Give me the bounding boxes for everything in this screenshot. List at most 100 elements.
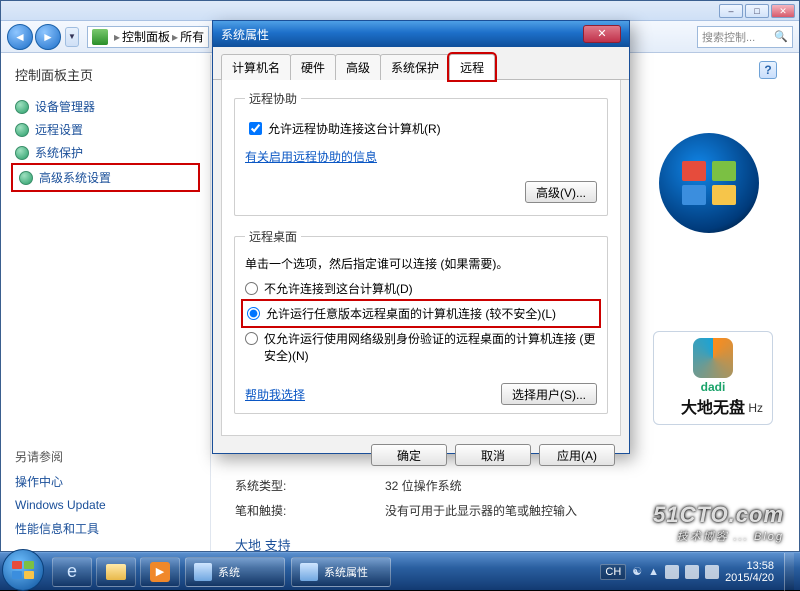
- see-also-windows-update[interactable]: Windows Update: [15, 498, 196, 512]
- dialog-footer: 确定 取消 应用(A): [213, 444, 629, 476]
- sidebar-item-label: 高级系统设置: [39, 169, 111, 186]
- dadi-en: dadi: [701, 380, 726, 394]
- app-icon: [194, 563, 212, 581]
- sidebar-home[interactable]: 控制面板主页: [15, 65, 196, 84]
- tab-hardware[interactable]: 硬件: [290, 54, 336, 80]
- taskbar-explorer-icon[interactable]: [96, 557, 136, 587]
- sidebar-item-device-manager[interactable]: 设备管理器: [15, 98, 196, 115]
- bullet-icon: [15, 123, 29, 137]
- taskbar-app-label: 系统: [218, 564, 240, 580]
- taskbar-clock[interactable]: 13:58 2015/4/20: [725, 560, 774, 584]
- tab-computer-name[interactable]: 计算机名: [221, 54, 291, 80]
- window-close-button[interactable]: ✕: [771, 4, 795, 18]
- bullet-icon: [19, 171, 33, 185]
- sidebar: 控制面板主页 设备管理器 远程设置 系统保护 高级系统设置 另请参阅 操作中心 …: [1, 55, 211, 551]
- select-users-button[interactable]: 选择用户(S)...: [501, 383, 597, 405]
- see-also-header: 另请参阅: [15, 448, 196, 465]
- clock-date: 2015/4/20: [725, 572, 774, 584]
- breadcrumb[interactable]: ▸ 控制面板 ▸ 所有: [87, 26, 209, 48]
- remote-desktop-group: 远程桌面 单击一个选项，然后指定谁可以连接 (如果需要)。 不允许连接到这台计算…: [234, 228, 608, 414]
- radio-allow-nla-only[interactable]: 仅允许运行使用网络级别身份验证的远程桌面的计算机连接 (更安全)(N): [245, 330, 597, 364]
- sidebar-item-label: 远程设置: [35, 121, 83, 138]
- remote-assistance-info-link[interactable]: 有关启用远程协助的信息: [245, 148, 377, 165]
- ok-button[interactable]: 确定: [371, 444, 447, 466]
- see-also-action-center[interactable]: 操作中心: [15, 473, 196, 490]
- dialog-close-button[interactable]: ✕: [583, 25, 621, 43]
- cancel-button[interactable]: 取消: [455, 444, 531, 466]
- system-tray: CH ☯ ▲ 13:58 2015/4/20: [600, 553, 800, 591]
- taskbar: e ▶ 系统 系统属性 CH ☯ ▲ 13:58 2015/4/20: [0, 552, 800, 590]
- system-properties-dialog: 系统属性 ✕ 计算机名 硬件 高级 系统保护 远程 远程协助 允许远程协助连接这…: [212, 20, 630, 454]
- info-label: 系统类型:: [235, 477, 385, 494]
- remote-assistance-advanced-button[interactable]: 高级(V)...: [525, 181, 597, 203]
- remote-desktop-hint: 单击一个选项，然后指定谁可以连接 (如果需要)。: [245, 255, 597, 272]
- info-label: 笔和触摸:: [235, 502, 385, 519]
- dialog-tabs: 计算机名 硬件 高级 系统保护 远程: [213, 47, 629, 80]
- info-row: 系统类型: 32 位操作系统: [235, 477, 775, 494]
- search-icon: 🔍: [774, 30, 788, 43]
- dialog-body: 远程协助 允许远程协助连接这台计算机(R) 有关启用远程协助的信息 高级(V).…: [221, 80, 621, 436]
- info-value: 32 位操作系统: [385, 477, 462, 494]
- tray-volume-icon[interactable]: [705, 565, 719, 579]
- taskbar-app-label: 系统属性: [324, 564, 368, 580]
- tab-advanced[interactable]: 高级: [335, 54, 381, 80]
- window-titlebar: – □ ✕: [1, 1, 799, 21]
- dadi-cn: 大地无盘: [681, 394, 745, 418]
- dadi-icon: [693, 338, 733, 378]
- checkbox-input[interactable]: [249, 122, 262, 135]
- breadcrumb-part[interactable]: 所有: [180, 28, 204, 45]
- checkbox-label: 允许远程协助连接这台计算机(R): [268, 120, 441, 137]
- bullet-icon: [15, 100, 29, 114]
- help-me-choose-link[interactable]: 帮助我选择: [245, 386, 305, 403]
- search-placeholder: 搜索控制...: [702, 29, 755, 45]
- tab-system-protection[interactable]: 系统保护: [380, 54, 450, 80]
- taskbar-ie-icon[interactable]: e: [52, 557, 92, 587]
- windows-logo-icon: [659, 133, 759, 233]
- tray-flag-icon[interactable]: [665, 565, 679, 579]
- sidebar-item-system-protection[interactable]: 系统保护: [15, 144, 196, 161]
- group-legend: 远程协助: [245, 90, 301, 107]
- nav-back-button[interactable]: ◄: [7, 24, 33, 50]
- breadcrumb-part[interactable]: 控制面板: [122, 28, 170, 45]
- start-button[interactable]: [2, 549, 44, 591]
- radio-allow-any-version[interactable]: 允许运行任意版本远程桌面的计算机连接 (较不安全)(L): [245, 303, 597, 324]
- search-input[interactable]: 搜索控制... 🔍: [697, 26, 793, 48]
- radio-input[interactable]: [245, 282, 258, 295]
- watermark-sub: 技术博客 ... Blog: [653, 528, 784, 544]
- tab-remote[interactable]: 远程: [449, 54, 495, 80]
- watermark: 51CTO.com 技术博客 ... Blog: [653, 502, 784, 544]
- ime-options-icon[interactable]: ☯: [632, 565, 642, 578]
- apply-button[interactable]: 应用(A): [539, 444, 615, 466]
- sidebar-item-advanced-system-settings[interactable]: 高级系统设置: [15, 167, 196, 188]
- show-desktop-button[interactable]: [784, 553, 794, 591]
- radio-input[interactable]: [247, 307, 260, 320]
- sidebar-item-remote-settings[interactable]: 远程设置: [15, 121, 196, 138]
- see-also-performance[interactable]: 性能信息和工具: [15, 520, 196, 537]
- allow-remote-assistance-checkbox[interactable]: 允许远程协助连接这台计算机(R): [245, 119, 597, 138]
- radio-label: 仅允许运行使用网络级别身份验证的远程桌面的计算机连接 (更安全)(N): [264, 330, 597, 364]
- radio-label: 不允许连接到这台计算机(D): [264, 280, 413, 297]
- nav-forward-button[interactable]: ►: [35, 24, 61, 50]
- taskbar-media-player-icon[interactable]: ▶: [140, 557, 180, 587]
- hz-label: Hz: [748, 401, 763, 415]
- minimize-button[interactable]: –: [719, 4, 743, 18]
- sidebar-item-label: 设备管理器: [35, 98, 95, 115]
- radio-input[interactable]: [245, 332, 258, 345]
- taskbar-app-system[interactable]: 系统: [185, 557, 285, 587]
- clock-time: 13:58: [725, 560, 774, 572]
- info-value: 没有可用于此显示器的笔或触控输入: [385, 502, 577, 519]
- radio-label: 允许运行任意版本远程桌面的计算机连接 (较不安全)(L): [266, 305, 556, 322]
- watermark-text: 51CTO.com: [653, 502, 784, 527]
- tray-network-icon[interactable]: [685, 565, 699, 579]
- dialog-titlebar[interactable]: 系统属性 ✕: [213, 21, 629, 47]
- nav-history-dropdown[interactable]: ▼: [65, 27, 79, 47]
- radio-dont-allow[interactable]: 不允许连接到这台计算机(D): [245, 280, 597, 297]
- ime-indicator[interactable]: CH: [600, 564, 626, 580]
- tray-expand-icon[interactable]: ▲: [648, 566, 659, 578]
- group-legend: 远程桌面: [245, 228, 301, 245]
- maximize-button[interactable]: □: [745, 4, 769, 18]
- remote-assistance-group: 远程协助 允许远程协助连接这台计算机(R) 有关启用远程协助的信息 高级(V).…: [234, 90, 608, 216]
- bullet-icon: [15, 146, 29, 160]
- sidebar-item-label: 系统保护: [35, 144, 83, 161]
- taskbar-app-system-properties[interactable]: 系统属性: [291, 557, 391, 587]
